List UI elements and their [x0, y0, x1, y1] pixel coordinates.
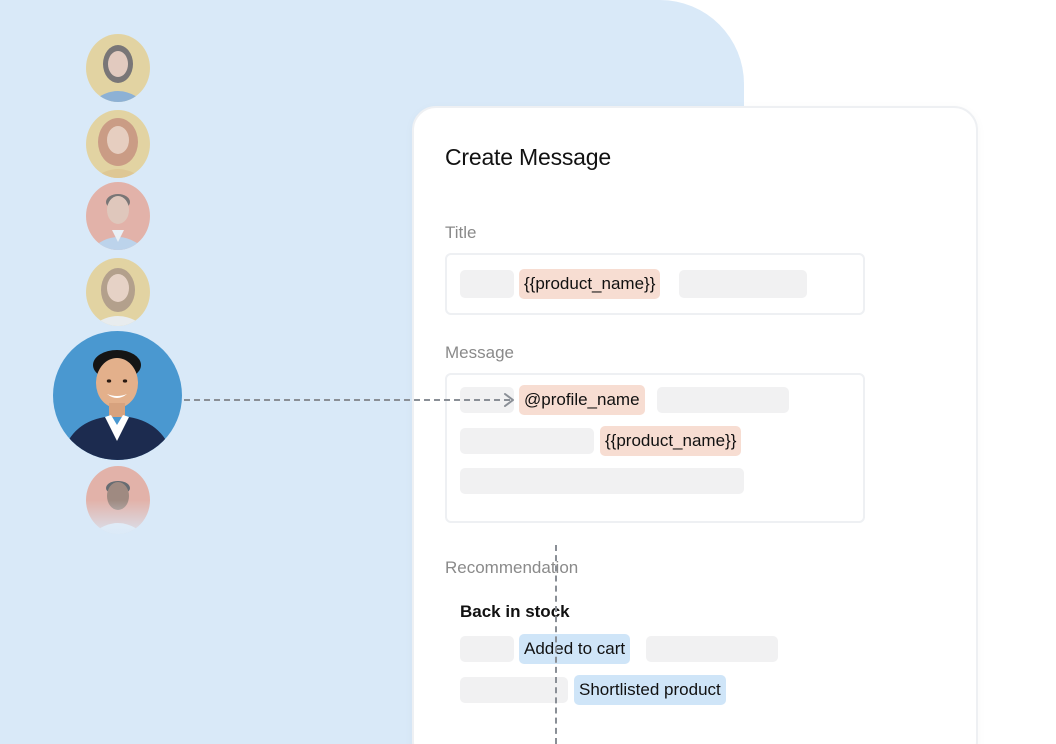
shortlisted-product-chip[interactable]: Shortlisted product [574, 675, 726, 705]
avatar-selected-profile[interactable] [53, 331, 182, 460]
recommendation-heading: Back in stock [460, 602, 570, 621]
recommendation-label: Recommendation [445, 558, 579, 577]
arrow-right-icon [502, 392, 516, 408]
avatar-profile-3[interactable] [86, 182, 150, 250]
avatar-fade-overlay [80, 500, 160, 540]
message-profile-chip[interactable]: @profile_name [519, 385, 645, 415]
profile-connector-line [184, 399, 510, 401]
recommendation-placeholder-1 [460, 636, 514, 662]
recommendation-placeholder-3 [460, 677, 568, 703]
message-product-chip[interactable]: {{product_name}} [600, 426, 742, 456]
added-to-cart-chip[interactable]: Added to cart [519, 634, 631, 664]
message-placeholder-3 [460, 428, 594, 454]
avatar-profile-1[interactable] [86, 34, 150, 102]
recommendation-placeholder-2 [646, 636, 778, 662]
card-title: Create Message [445, 144, 611, 170]
avatar-profile-2[interactable] [86, 110, 150, 178]
title-variable-chip[interactable]: {{product_name}} [519, 269, 661, 299]
recommendation-connector-line [555, 545, 557, 744]
title-placeholder-2 [679, 270, 807, 298]
message-placeholder-4 [460, 468, 744, 494]
message-label: Message [445, 343, 514, 362]
message-placeholder-2 [657, 387, 789, 413]
title-placeholder-1 [460, 270, 514, 298]
title-label: Title [445, 223, 477, 242]
avatar-profile-4[interactable] [86, 258, 150, 326]
